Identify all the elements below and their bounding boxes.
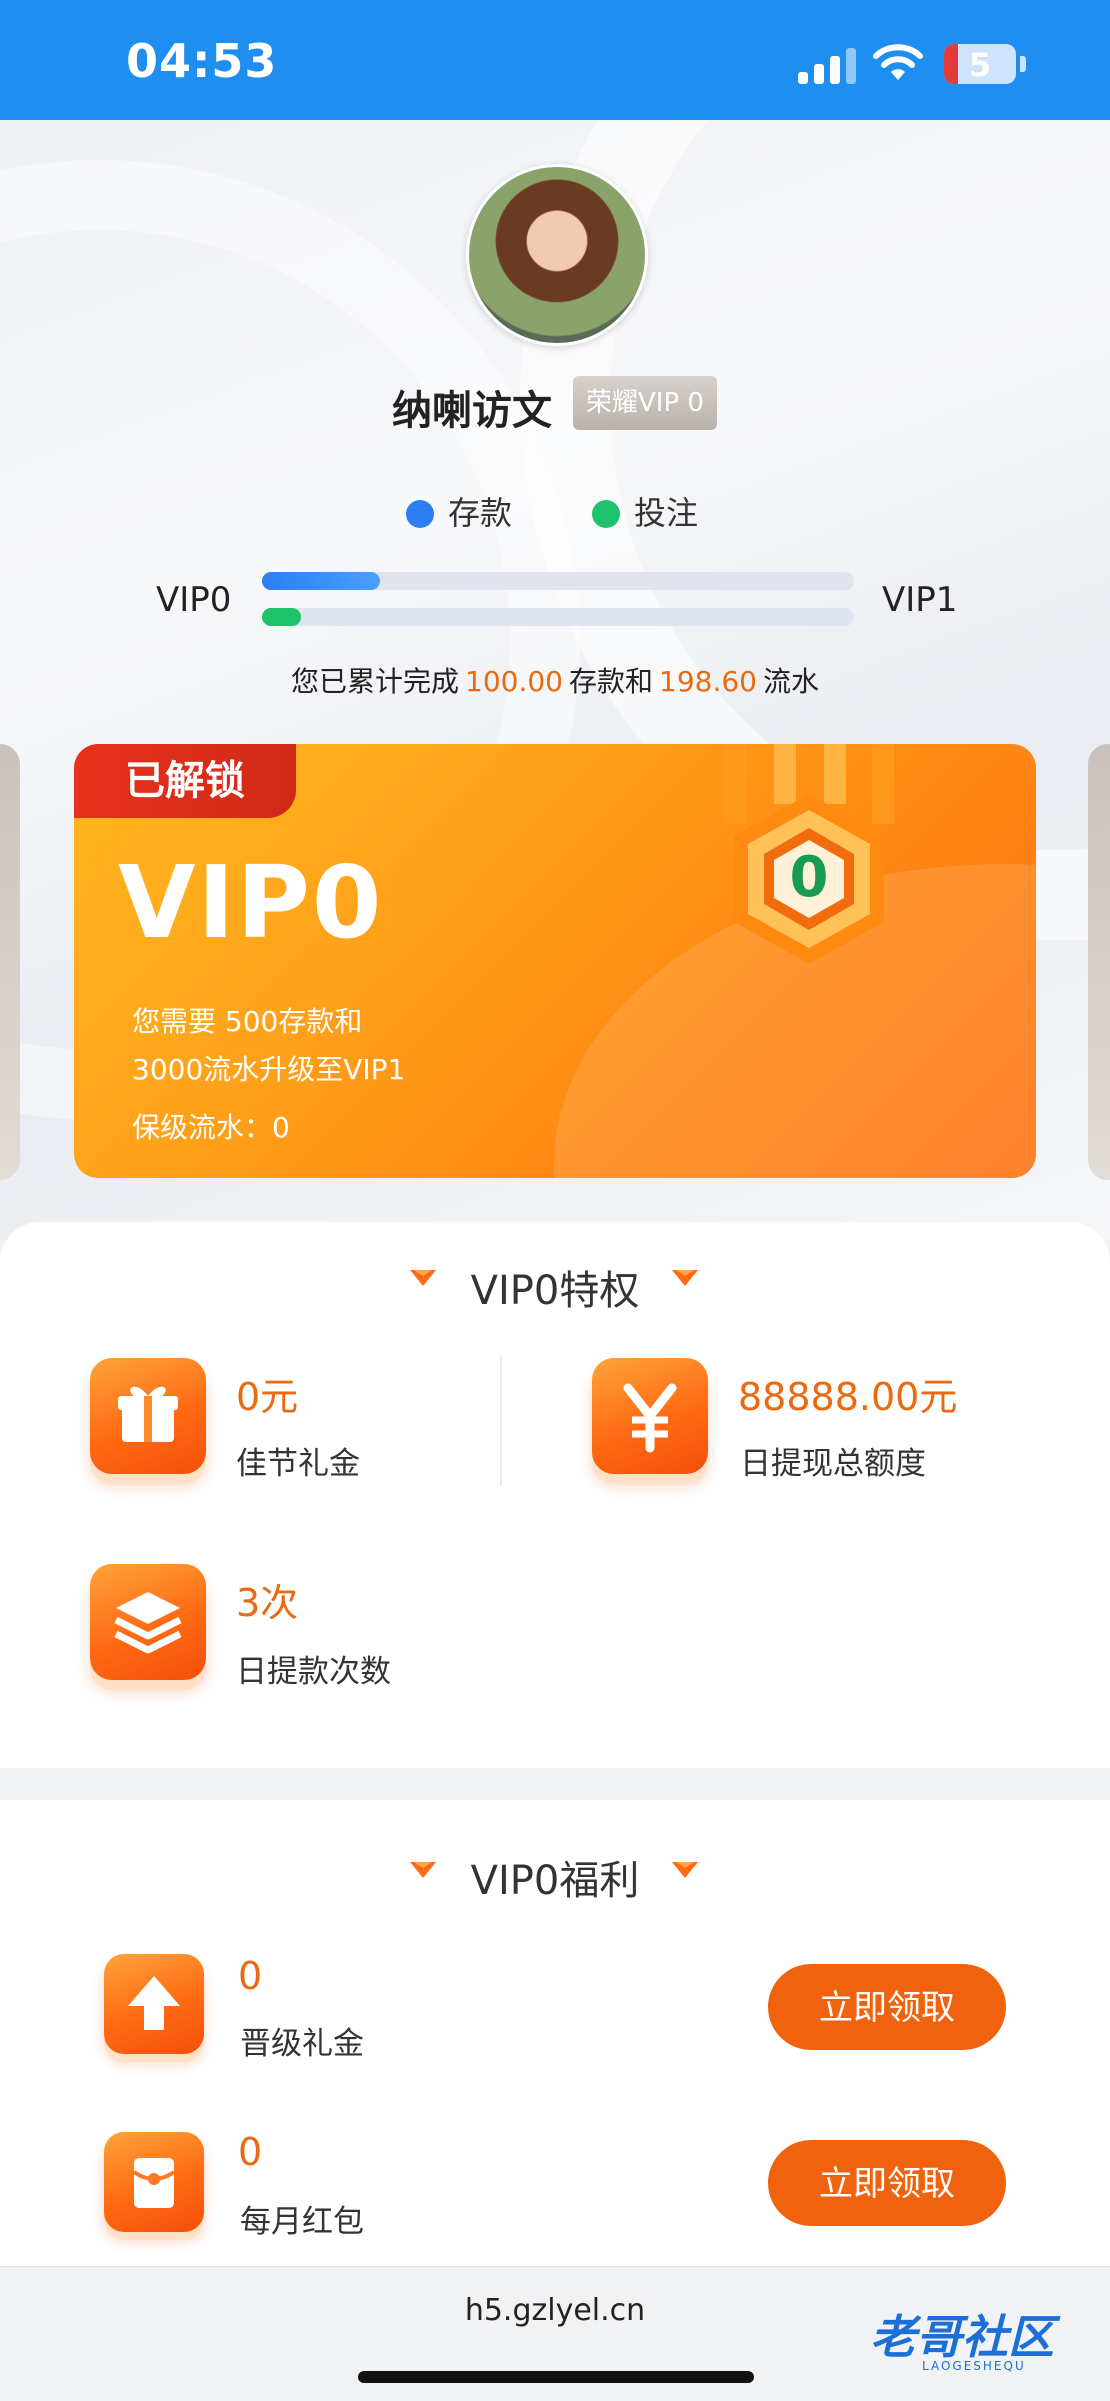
watermark-sub: LAOGESHEQU bbox=[922, 2359, 1026, 2373]
holiday-gift-label: 佳节礼金 bbox=[236, 1446, 360, 1482]
monthly-red-packet-label: 每月红包 bbox=[240, 2204, 364, 2240]
user-name: 纳喇访文 bbox=[392, 388, 552, 434]
svg-text:0: 0 bbox=[790, 845, 829, 910]
privileges-section: VIP0特权 0元 佳节礼金 88888.00元 日提现总额度 3次 日提款次数 bbox=[0, 1222, 1110, 1768]
status-time: 04:53 bbox=[126, 34, 278, 88]
bet-amount: 198.60 bbox=[659, 665, 757, 698]
card-requirement-line2: 3000流水升级至VIP1 bbox=[132, 1053, 406, 1086]
deposit-dot-icon bbox=[406, 500, 434, 528]
home-indicator[interactable] bbox=[358, 2371, 754, 2383]
daily-withdraw-limit-label: 日提现总额度 bbox=[740, 1446, 926, 1482]
holiday-gift-value: 0元 bbox=[236, 1375, 299, 1419]
diamond-right-icon bbox=[672, 1270, 698, 1286]
arrow-up-icon bbox=[104, 1954, 204, 2054]
prev-card-peek[interactable] bbox=[0, 744, 20, 1180]
privileges-title: VIP0特权 bbox=[470, 1268, 640, 1314]
daily-withdraw-limit-value: 88888.00元 bbox=[738, 1375, 958, 1419]
legend-deposit: 存款 bbox=[406, 488, 512, 534]
progress-summary: 您已累计完成 100.00 存款和 198.60 流水 bbox=[290, 665, 819, 698]
benefits-title: VIP0福利 bbox=[470, 1858, 640, 1904]
daily-withdraw-count-label: 日提款次数 bbox=[236, 1654, 391, 1690]
current-level-label: VIP0 bbox=[156, 580, 232, 620]
benefits-section: VIP0福利 0 晋级礼金 立即领取 0 每月红包 立即领取 bbox=[0, 1800, 1110, 2266]
card-retention-line: 保级流水：0 bbox=[132, 1111, 290, 1144]
deposit-progress-bar bbox=[262, 572, 854, 590]
unlocked-tag: 已解锁 bbox=[74, 744, 296, 818]
browser-bar: h5.gzlyel.cn 老哥社区 LAOGESHEQU bbox=[0, 2266, 1110, 2401]
avatar[interactable] bbox=[466, 164, 648, 346]
yen-icon bbox=[592, 1358, 708, 1474]
bet-dot-icon bbox=[592, 500, 620, 528]
deposit-amount: 100.00 bbox=[465, 665, 563, 698]
watermark-logo: 老哥社区 bbox=[870, 2310, 1054, 2364]
card-vip-title: VIP0 bbox=[118, 844, 384, 961]
claim-monthly-red-packet-button[interactable]: 立即领取 bbox=[768, 2140, 1006, 2226]
claim-promotion-bonus-button[interactable]: 立即领取 bbox=[768, 1964, 1006, 2050]
battery-level: 5 bbox=[968, 46, 992, 84]
wifi-icon bbox=[873, 44, 923, 80]
status-bar: 04:53 5 bbox=[0, 0, 1110, 120]
daily-withdraw-count-value: 3次 bbox=[236, 1581, 299, 1625]
legend-bet: 投注 bbox=[592, 488, 698, 534]
diamond-right-icon bbox=[672, 1862, 698, 1878]
promotion-bonus-value: 0 bbox=[238, 1954, 263, 1998]
next-card-peek[interactable] bbox=[1088, 744, 1110, 1180]
vip-level-card[interactable]: 已解锁 VIP0 您需要 500存款和 3000流水升级至VIP1 保级流水：0… bbox=[74, 744, 1036, 1178]
monthly-red-packet-value: 0 bbox=[238, 2130, 263, 2174]
signal-icon bbox=[798, 48, 858, 84]
divider bbox=[500, 1356, 502, 1486]
card-requirement-line1: 您需要 500存款和 bbox=[132, 1005, 363, 1038]
medal-icon: 0 bbox=[724, 744, 894, 964]
layers-icon bbox=[90, 1564, 206, 1680]
promotion-bonus-label: 晋级礼金 bbox=[240, 2026, 364, 2062]
gift-icon bbox=[90, 1358, 206, 1474]
battery-icon: 5 bbox=[944, 44, 1016, 84]
vip-badge: 荣耀VIP 0 bbox=[573, 376, 717, 430]
next-level-label: VIP1 bbox=[882, 580, 958, 620]
red-packet-icon bbox=[104, 2132, 204, 2232]
bet-progress-bar bbox=[262, 608, 854, 626]
